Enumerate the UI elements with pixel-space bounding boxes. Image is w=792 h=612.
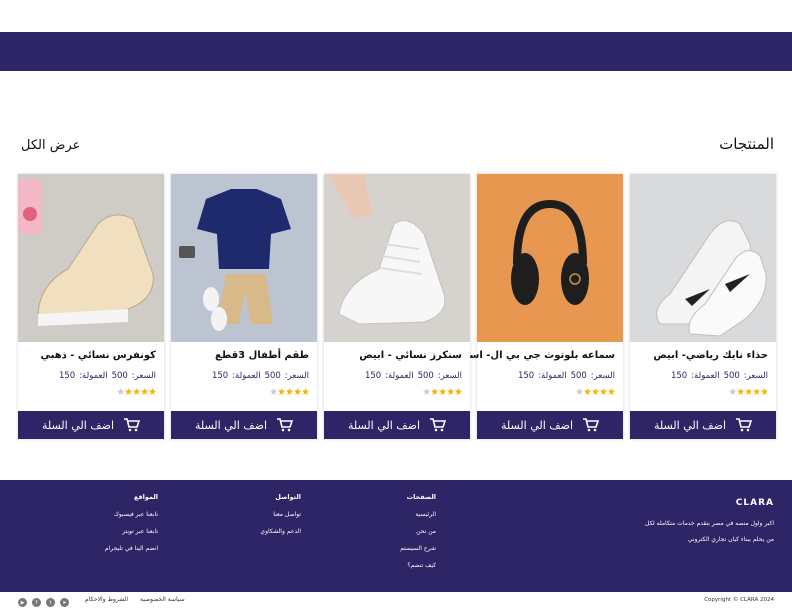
footer-link[interactable]: من نحن	[400, 528, 436, 535]
add-to-cart-label: اضف الي السلة	[41, 418, 115, 432]
add-to-cart-button[interactable]: اضف الي السلة	[324, 411, 470, 439]
commission-value: 150	[58, 371, 76, 381]
commission-label: العمولة:	[232, 371, 261, 381]
footer-link[interactable]: كيف تنضم؟	[400, 562, 436, 569]
rating-stars: ★★★★★	[728, 387, 769, 398]
cart-icon	[583, 418, 600, 432]
footer-link[interactable]: تابعنا عبر تويتر	[105, 528, 158, 535]
price-label: السعر:	[590, 371, 615, 381]
cart-icon	[277, 418, 294, 432]
commission-value: 150	[211, 371, 229, 381]
copyright-text: Copyright © CLARA 2024	[704, 597, 774, 603]
footer-col-sites: المواقع تابعنا عبر فيسبوك تابعنا عبر توي…	[105, 493, 158, 562]
privacy-link[interactable]: سياسة الخصوصية	[140, 596, 185, 603]
price-value: 500	[723, 371, 740, 381]
twitter-icon[interactable]: t	[46, 598, 55, 607]
product-price: السعر:500العمولة:150	[55, 371, 156, 381]
product-image[interactable]	[630, 174, 776, 342]
price-value: 500	[417, 371, 434, 381]
add-to-cart-label: اضف الي السلة	[653, 418, 727, 432]
footer-brand: CLARA اكبر واول منصه في مصر بتقدم خدمات …	[645, 498, 774, 543]
product-image[interactable]	[477, 174, 623, 342]
commission-label: العمولة:	[79, 371, 108, 381]
commission-value: 150	[364, 371, 382, 381]
footer-link[interactable]: انضم الينا في تليجرام	[105, 545, 158, 552]
footer-link[interactable]: تابعنا عبر فيسبوك	[105, 511, 158, 518]
add-to-cart-label: اضف الي السلة	[194, 418, 268, 432]
commission-value: 150	[517, 371, 535, 381]
footer-col-title: المواقع	[133, 493, 158, 501]
add-to-cart-label: اضف الي السلة	[347, 418, 421, 432]
commission-label: العمولة:	[691, 371, 720, 381]
view-all-link[interactable]: عرض الكل	[21, 138, 80, 153]
price-value: 500	[111, 371, 128, 381]
price-label: السعر:	[437, 371, 462, 381]
rating-stars: ★★★★★	[116, 387, 157, 398]
product-image[interactable]	[18, 174, 164, 342]
add-to-cart-button[interactable]: اضف الي السلة	[630, 411, 776, 439]
footer-link[interactable]: تواصل معنا	[260, 511, 301, 518]
product-price: السعر:500العمولة:150	[208, 371, 309, 381]
price-value: 500	[264, 371, 281, 381]
product-image[interactable]	[171, 174, 317, 342]
footer-col-title: التواصل	[275, 493, 301, 501]
cart-icon	[124, 418, 141, 432]
price-label: السعر:	[131, 371, 156, 381]
price-value: 500	[570, 371, 587, 381]
rating-stars: ★★★★★	[575, 387, 616, 398]
product-name[interactable]: حذاء نايك رياضي- ابيض	[653, 350, 768, 361]
cart-icon	[736, 418, 753, 432]
product-price: السعر:500العمولة:150	[514, 371, 615, 381]
product-price: السعر:500العمولة:150	[361, 371, 462, 381]
product-card[interactable]: سماعه بلوتوث جي بي ال- اسود السعر:500الع…	[458, 174, 623, 439]
brand-tagline: من يحلم ببناء كيان تجاري الكتروني	[687, 536, 774, 543]
add-to-cart-button[interactable]: اضف الي السلة	[18, 411, 164, 439]
product-name[interactable]: سماعه بلوتوث جي بي ال- اسود	[458, 350, 615, 361]
rating-stars: ★★★★★	[422, 387, 463, 398]
brand-logo[interactable]: CLARA	[645, 498, 774, 508]
product-card[interactable]: حذاء نايك رياضي- ابيض السعر:500العمولة:1…	[630, 174, 776, 439]
section-title: المنتجات	[719, 135, 774, 153]
footer-policy-links: سياسة الخصوصية الشروط والاحكام	[75, 596, 185, 603]
product-name[interactable]: سنكرز نسائي - ابيض	[359, 350, 462, 361]
brand-tagline: اكبر واول منصه في مصر بتقدم خدمات متكامل…	[645, 520, 774, 527]
product-card[interactable]: سنكرز نسائي - ابيض السعر:500العمولة:150 …	[324, 174, 470, 439]
product-name[interactable]: طقم أطفال 3قطع	[215, 350, 309, 361]
footer-link[interactable]: الدعم والشكاوي	[260, 528, 301, 535]
footer-col-title: الصفحات	[406, 493, 436, 501]
rating-stars: ★★★★★	[269, 387, 310, 398]
product-card[interactable]: طقم أطفال 3قطع السعر:500العمولة:150 ★★★★…	[171, 174, 317, 439]
youtube-icon[interactable]: ▶	[18, 598, 27, 607]
product-card[interactable]: كونفرس نسائي - ذهبي السعر:500العمولة:150…	[18, 174, 164, 439]
add-to-cart-button[interactable]: اضف الي السلة	[477, 411, 623, 439]
cart-icon	[430, 418, 447, 432]
social-links: ▶ f t ➤	[18, 598, 69, 607]
commission-label: العمولة:	[385, 371, 414, 381]
add-to-cart-label: اضف الي السلة	[500, 418, 574, 432]
product-name[interactable]: كونفرس نسائي - ذهبي	[41, 350, 156, 361]
commission-value: 150	[670, 371, 688, 381]
footer-link[interactable]: شرح السيستم	[400, 545, 436, 552]
facebook-icon[interactable]: f	[32, 598, 41, 607]
footer-link[interactable]: الرئيسية	[400, 511, 436, 518]
terms-link[interactable]: الشروط والاحكام	[85, 596, 128, 603]
product-image[interactable]	[324, 174, 470, 342]
footer-col-contact: التواصل تواصل معنا الدعم والشكاوي	[260, 493, 301, 545]
add-to-cart-button[interactable]: اضف الي السلة	[171, 411, 317, 439]
price-label: السعر:	[743, 371, 768, 381]
price-label: السعر:	[284, 371, 309, 381]
header-bar	[0, 32, 792, 71]
product-price: السعر:500العمولة:150	[667, 371, 768, 381]
footer-col-pages: الصفحات الرئيسية من نحن شرح السيستم كيف …	[400, 493, 436, 579]
telegram-icon[interactable]: ➤	[60, 598, 69, 607]
commission-label: العمولة:	[538, 371, 567, 381]
